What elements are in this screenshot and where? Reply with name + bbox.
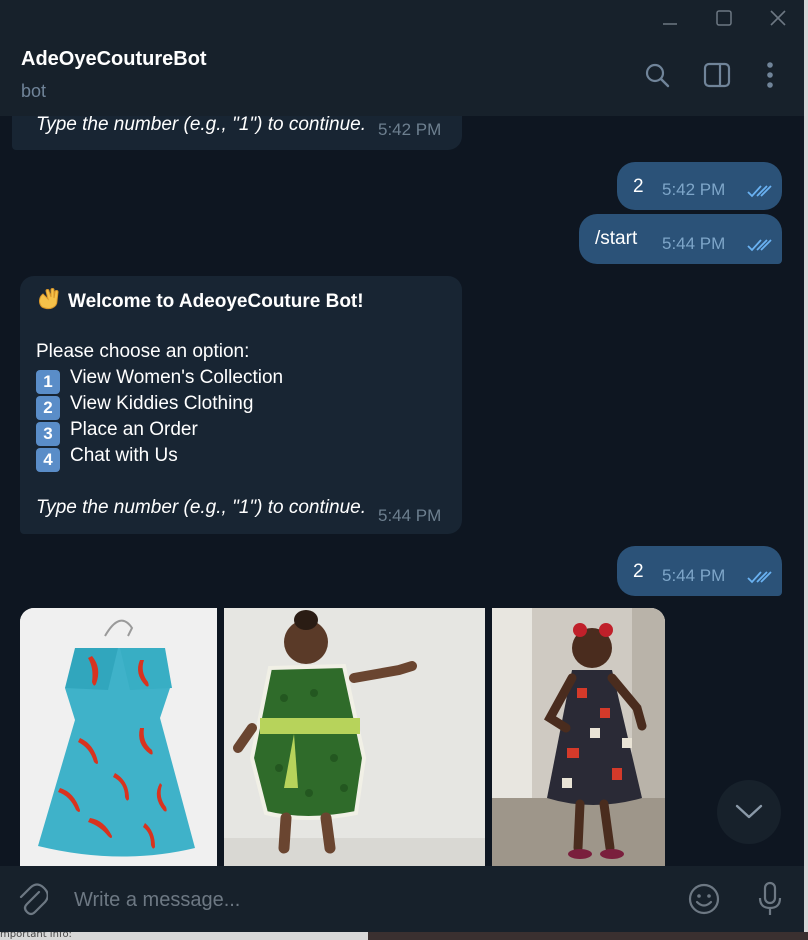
sidebar-toggle-button[interactable]	[699, 57, 735, 93]
chat-header: AdeOyeCoutureBot bot	[0, 35, 804, 116]
photo-album[interactable]	[20, 608, 665, 866]
outgoing-message[interactable]: 2 5:42 PM	[617, 162, 782, 210]
read-ticks-icon	[747, 570, 775, 589]
incoming-message[interactable]: Type the number (e.g., "1") to continue.…	[12, 116, 462, 150]
chat-title[interactable]: AdeOyeCoutureBot	[21, 48, 207, 71]
message-composer	[0, 866, 804, 932]
attach-button[interactable]	[14, 880, 52, 918]
keycap-4-icon: 4	[36, 448, 60, 472]
read-ticks-icon	[747, 238, 775, 257]
keycap-2-icon: 2	[36, 396, 60, 420]
close-icon	[770, 9, 786, 26]
menu-footer: Type the number (e.g., "1") to continue.	[36, 497, 366, 518]
message-time: 5:44 PM	[662, 566, 726, 585]
message-time: 5:44 PM	[378, 506, 442, 525]
attach-icon	[19, 883, 48, 916]
more-options-button[interactable]	[752, 57, 788, 93]
menu-option: 4 Chat with Us	[36, 443, 366, 472]
menu-option: 1 View Women's Collection	[36, 365, 366, 394]
welcome-heading: Welcome to AdeoyeCouture Bot!	[68, 291, 364, 312]
message-text: 2	[633, 561, 644, 582]
desktop-edge	[804, 0, 808, 940]
maximize-icon	[716, 9, 732, 26]
outgoing-message[interactable]: /start 5:44 PM	[579, 214, 782, 264]
chat-history[interactable]: Type the number (e.g., "1") to continue.…	[0, 116, 804, 866]
minimize-button[interactable]	[644, 0, 696, 35]
desktop-edge-bottom: mportant info:	[0, 929, 808, 940]
maximize-button[interactable]	[698, 0, 750, 35]
message-text: /start	[595, 228, 638, 249]
waving-hand-icon	[36, 287, 62, 311]
photo-green-kaftan[interactable]	[224, 608, 485, 866]
message-text: 2	[633, 176, 644, 197]
incoming-message[interactable]: Welcome to AdeoyeCouture Bot! Please cho…	[20, 276, 462, 534]
sidebar-toggle-icon	[703, 62, 731, 88]
more-vertical-icon	[767, 62, 773, 88]
message-time: 5:44 PM	[662, 234, 726, 253]
window-titlebar	[0, 0, 804, 35]
emoji-icon	[688, 883, 720, 915]
menu-option: 2 View Kiddies Clothing	[36, 391, 366, 420]
photo-chili-dress[interactable]	[20, 608, 217, 866]
menu-prompt: Please choose an option:	[36, 341, 250, 362]
search-button[interactable]	[639, 57, 675, 93]
chevron-down-icon	[735, 804, 763, 819]
microphone-icon	[758, 881, 782, 915]
read-ticks-icon	[747, 184, 775, 203]
close-button[interactable]	[752, 0, 804, 35]
emoji-button[interactable]	[685, 880, 723, 918]
keycap-3-icon: 3	[36, 422, 60, 446]
voice-message-button[interactable]	[751, 880, 789, 918]
keycap-1-icon: 1	[36, 370, 60, 394]
message-text: Type the number (e.g., "1") to continue.	[36, 116, 366, 135]
photo-print-sundress[interactable]	[492, 608, 665, 866]
search-icon	[645, 63, 670, 88]
message-input[interactable]	[72, 884, 636, 916]
chat-subtitle: bot	[21, 81, 47, 101]
outgoing-message[interactable]: 2 5:44 PM	[617, 546, 782, 596]
scroll-to-bottom-button[interactable]	[717, 780, 781, 844]
message-time: 5:42 PM	[378, 120, 442, 139]
message-time: 5:42 PM	[662, 180, 726, 199]
menu-option: 3 Place an Order	[36, 417, 366, 446]
minimize-icon	[663, 22, 677, 25]
